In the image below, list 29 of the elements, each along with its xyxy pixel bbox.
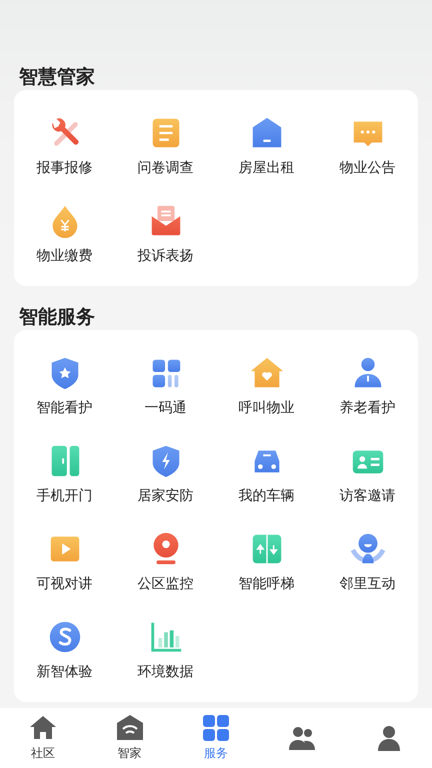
service-item[interactable]: 投诉表扬 (115, 190, 216, 278)
wifi-house-icon (116, 714, 144, 742)
service-item[interactable]: 可视对讲 (14, 518, 115, 606)
service-item[interactable]: 一码通 (115, 342, 216, 430)
service-item[interactable]: 智能看护 (14, 342, 115, 430)
service-item[interactable]: 访客邀请 (317, 430, 418, 518)
service-item[interactable]: 养老看护 (317, 342, 418, 430)
service-item[interactable]: 邻里互动 (317, 518, 418, 606)
service-item[interactable]: 问卷调查 (115, 102, 216, 190)
service-item[interactable]: 物业缴费 (14, 190, 115, 278)
people-icon (288, 724, 316, 752)
section-title: 智慧管家 (18, 65, 96, 90)
service-item[interactable]: 报事报修 (14, 102, 115, 190)
section-title: 智能服务 (18, 305, 96, 330)
tab[interactable]: 社区 (0, 708, 86, 768)
grid-icon (202, 714, 230, 742)
service-item[interactable]: 新智体验 (14, 606, 115, 694)
service-item[interactable]: 我的车辆 (216, 430, 317, 518)
service-item[interactable]: 环境数据 (115, 606, 216, 694)
tab[interactable]: 智家 (86, 708, 173, 768)
service-item[interactable]: 公区监控 (115, 518, 216, 606)
service-item[interactable]: 房屋出租 (216, 102, 317, 190)
home-icon (29, 714, 58, 742)
service-item[interactable]: 物业公告 (317, 102, 418, 190)
service-item[interactable]: 呼叫物业 (216, 342, 317, 430)
service-item[interactable]: 居家安防 (115, 430, 216, 518)
tab[interactable]: 服务 (172, 708, 260, 768)
service-item[interactable]: 智能呼梯 (216, 518, 317, 606)
service-item[interactable]: 手机开门 (14, 430, 115, 518)
